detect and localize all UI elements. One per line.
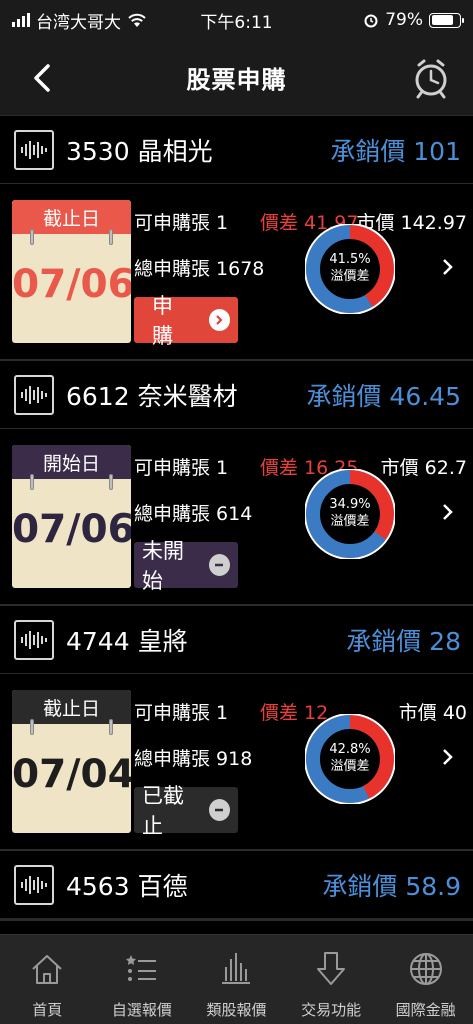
minus-icon bbox=[208, 799, 230, 821]
soundwave-icon bbox=[14, 374, 54, 415]
stock-name: 6612 奈米醫材 bbox=[66, 381, 238, 411]
stock-header[interactable]: 3530 晶相光 承銷價 101 bbox=[0, 116, 473, 184]
calendar-date: 07/06 bbox=[12, 507, 131, 552]
available-lots: 可申購張 1 bbox=[134, 212, 229, 234]
chevron-right-icon[interactable] bbox=[441, 746, 455, 768]
battery-icon bbox=[429, 12, 464, 28]
total-lots: 總申購張 614 bbox=[134, 503, 253, 525]
tab-international[interactable]: 國際金融 bbox=[378, 935, 473, 1024]
soundwave-icon bbox=[14, 619, 54, 660]
stock-header[interactable]: 4563 百德 承銷價 58.9 bbox=[0, 851, 473, 919]
globe-icon bbox=[404, 947, 448, 991]
stock-detail[interactable]: 截止日 07/06 可申購張 1 價差 41.97 市價 142.97 總申購張… bbox=[0, 184, 473, 359]
tab-trade[interactable]: 交易功能 bbox=[284, 935, 379, 1024]
tab-label: 自選報價 bbox=[111, 1001, 172, 1019]
closed-button[interactable]: 已截止 bbox=[134, 784, 238, 838]
page-title: 股票申購 bbox=[186, 66, 287, 94]
stock-card: 4563 百德 承銷價 58.9 bbox=[0, 851, 473, 921]
subscribe-label: 申購 bbox=[152, 294, 173, 348]
nav-bar: 股票申購 bbox=[0, 40, 473, 116]
calendar-date: 07/04 bbox=[12, 752, 131, 797]
tab-home[interactable]: 首頁 bbox=[0, 935, 95, 1024]
minus-icon bbox=[208, 554, 230, 576]
soundwave-icon bbox=[14, 129, 54, 170]
wifi-icon bbox=[128, 13, 146, 27]
premium-text: 41.5% 溢價差 bbox=[305, 251, 395, 285]
stock-card: 6612 奈米醫材 承銷價 46.45 開始日 07/06 可申購張 1 價差 … bbox=[0, 361, 473, 606]
alarm-clock-icon[interactable] bbox=[411, 56, 451, 100]
stock-name: 4744 皇將 bbox=[66, 626, 188, 656]
stock-header[interactable]: 4744 皇將 承銷價 28 bbox=[0, 606, 473, 674]
stock-detail[interactable]: 開始日 07/06 可申購張 1 價差 16.25 市價 62.7 總申購張 6… bbox=[0, 429, 473, 604]
stock-card: 4744 皇將 承銷價 28 截止日 07/04 可申購張 1 價差 12 市價… bbox=[0, 606, 473, 851]
stock-header[interactable]: 6612 奈米醫材 承銷價 46.45 bbox=[0, 361, 473, 429]
back-icon[interactable] bbox=[26, 60, 62, 96]
premium-label: 溢價差 bbox=[330, 514, 370, 529]
tab-watchlist[interactable]: 自選報價 bbox=[95, 935, 190, 1024]
underwriting-price: 承銷價 28 bbox=[346, 626, 461, 656]
tab-bar: 首頁 自選報價 類股報價 交易功能 國際金融 bbox=[0, 934, 473, 1024]
calendar: 截止日 07/04 bbox=[12, 690, 131, 833]
signal-icon bbox=[12, 13, 30, 27]
stock-card: 3530 晶相光 承銷價 101 截止日 07/06 可申購張 1 價差 41.… bbox=[0, 116, 473, 361]
home-icon bbox=[25, 947, 69, 991]
calendar: 開始日 07/06 bbox=[12, 445, 131, 588]
premium-text: 34.9% 溢價差 bbox=[305, 496, 395, 530]
premium-percent: 42.8% bbox=[329, 742, 371, 757]
available-lots: 可申購張 1 bbox=[134, 702, 229, 724]
tab-label: 交易功能 bbox=[301, 1001, 362, 1019]
subscribe-button[interactable]: 申購 bbox=[134, 294, 238, 348]
status-bar: 台湾大哥大 下午6:11 79% bbox=[0, 0, 473, 40]
underwriting-price: 承銷價 46.45 bbox=[306, 381, 461, 411]
arrow-right-icon bbox=[208, 309, 230, 331]
watchlist-icon bbox=[120, 947, 164, 991]
total-lots: 總申購張 1678 bbox=[134, 258, 265, 280]
tab-label: 類股報價 bbox=[206, 1001, 267, 1019]
status-label: 未開始 bbox=[142, 539, 184, 593]
tab-label: 國際金融 bbox=[395, 1001, 456, 1019]
calendar: 截止日 07/06 bbox=[12, 200, 131, 343]
market-price: 市價 40 bbox=[398, 702, 467, 724]
tab-sector-quote[interactable]: 類股報價 bbox=[189, 935, 284, 1024]
not-started-button[interactable]: 未開始 bbox=[134, 539, 238, 593]
stock-name: 4563 百德 bbox=[66, 871, 188, 901]
premium-text: 42.8% 溢價差 bbox=[305, 741, 395, 775]
premium-label: 溢價差 bbox=[330, 759, 370, 774]
clock: 下午6:11 bbox=[200, 12, 273, 33]
stock-name: 3530 晶相光 bbox=[66, 136, 213, 166]
underwriting-price: 承銷價 58.9 bbox=[322, 871, 461, 901]
available-lots: 可申購張 1 bbox=[134, 457, 229, 479]
chevron-right-icon[interactable] bbox=[441, 256, 455, 278]
alarm-status-icon bbox=[364, 14, 378, 28]
soundwave-icon bbox=[14, 864, 54, 905]
carrier-label: 台湾大哥大 bbox=[36, 12, 121, 33]
premium-label: 溢價差 bbox=[330, 269, 370, 284]
battery-percent: 79% bbox=[385, 10, 423, 30]
trade-icon bbox=[309, 947, 353, 991]
calendar-date: 07/06 bbox=[12, 262, 131, 307]
chevron-right-icon[interactable] bbox=[441, 501, 455, 523]
stock-detail[interactable]: 截止日 07/04 可申購張 1 價差 12 市價 40 總申購張 918 已截… bbox=[0, 674, 473, 849]
total-lots: 總申購張 918 bbox=[134, 748, 253, 770]
underwriting-price: 承銷價 101 bbox=[330, 136, 461, 166]
premium-percent: 41.5% bbox=[329, 252, 371, 267]
tab-label: 首頁 bbox=[32, 1001, 63, 1019]
sector-quote-icon bbox=[214, 947, 258, 991]
status-label: 已截止 bbox=[142, 784, 184, 838]
ipo-list[interactable]: 3530 晶相光 承銷價 101 截止日 07/06 可申購張 1 價差 41.… bbox=[0, 116, 473, 934]
premium-percent: 34.9% bbox=[329, 497, 371, 512]
